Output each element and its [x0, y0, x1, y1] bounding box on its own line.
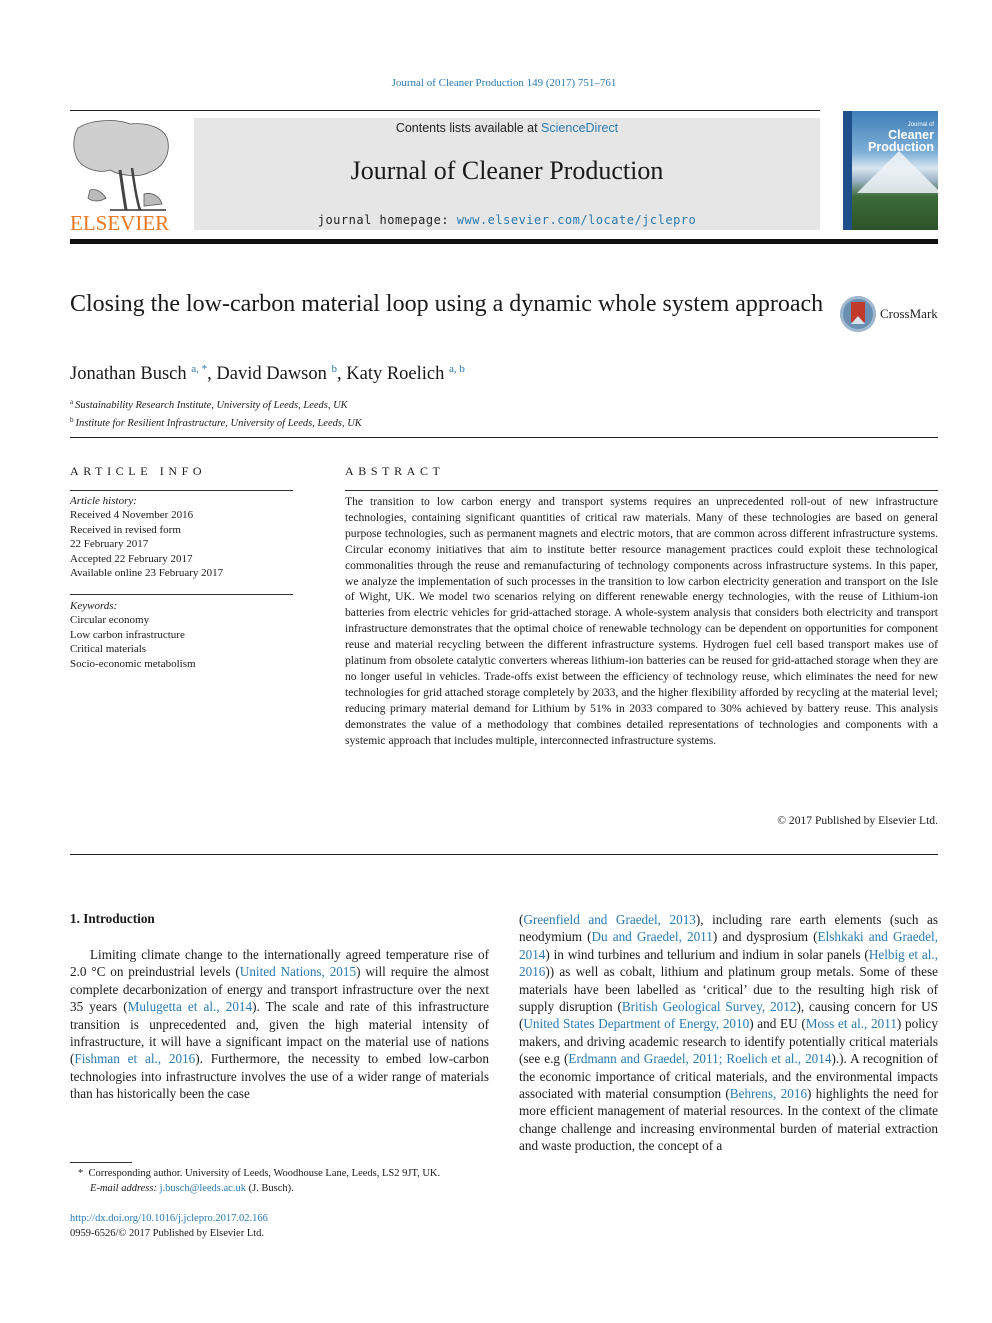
history-item: 22 February 2017 — [70, 538, 149, 551]
keyword-item: Critical materials — [70, 643, 147, 656]
journal-citation-link[interactable]: Journal of Cleaner Production 149 (2017)… — [392, 77, 617, 89]
article-info-heading: ARTICLE INFO — [70, 464, 207, 478]
citation-link[interactable]: Moss et al., 2011 — [806, 1016, 897, 1031]
header-rule — [70, 110, 820, 111]
history-item: Received 4 November 2016 — [70, 509, 194, 522]
contents-prefix: Contents lists available at — [395, 121, 542, 135]
abstract-rule — [345, 490, 938, 491]
affiliation-key: b — [70, 416, 74, 424]
footnote: * Corresponding author. University of Le… — [78, 1166, 440, 1196]
keyword-item: Circular economy — [70, 614, 150, 627]
author-name[interactable]: David Dawson — [216, 364, 326, 384]
corresponding-author-text: Corresponding author. University of Leed… — [88, 1168, 441, 1179]
citation-link[interactable]: Mulugetta et al., 2014 — [128, 999, 253, 1014]
cover-title: Journal of Cleaner Production — [868, 121, 934, 153]
homepage-line: journal homepage: www.elsevier.com/locat… — [194, 213, 820, 227]
citation-link[interactable]: United Nations, 2015 — [240, 964, 356, 979]
keyword-item: Socio-economic metabolism — [70, 657, 196, 670]
intro-right-column: (Greenfield and Graedel, 2013), includin… — [519, 911, 938, 1155]
masthead-thick-rule — [70, 239, 938, 244]
citation-link[interactable]: Du and Graedel, 2011 — [592, 929, 713, 944]
keywords: Keywords: Circular economy Low carbon in… — [70, 599, 196, 671]
citation-link[interactable]: United States Department of Energy, 2010 — [523, 1016, 749, 1031]
doi-link[interactable]: http://dx.doi.org/10.1016/j.jclepro.2017… — [70, 1213, 268, 1224]
journal-masthead: Contents lists available at ScienceDirec… — [194, 118, 820, 230]
body-text: ) and dysprosium ( — [712, 929, 818, 945]
article-info-rule — [70, 490, 293, 491]
abstract-text: The transition to low carbon energy and … — [345, 495, 938, 747]
email-label: E-mail address: — [90, 1183, 157, 1194]
crossmark-icon — [840, 296, 876, 332]
affiliations: a Sustainability Research Institute, Univ… — [70, 395, 362, 431]
author-name[interactable]: Katy Roelich — [346, 364, 444, 384]
author-affiliation-marker[interactable]: a, b — [449, 363, 465, 375]
body-divider — [70, 854, 938, 855]
intro-left-column: Limiting climate change to the internati… — [70, 946, 489, 1103]
author-affiliation-marker[interactable]: a, * — [191, 363, 207, 375]
email-suffix: (J. Busch). — [245, 1183, 294, 1194]
introduction-heading: 1. Introduction — [70, 911, 155, 926]
history-item: Available online 23 February 2017 — [70, 567, 224, 580]
footnote-rule — [70, 1162, 132, 1163]
keywords-rule — [70, 594, 293, 595]
sciencedirect-link[interactable]: ScienceDirect — [541, 121, 618, 135]
body-text: ) and EU ( — [749, 1016, 806, 1032]
citation-link[interactable]: Erdmann and Graedel, 2011; Roelich et al… — [568, 1051, 831, 1066]
contents-line: Contents lists available at ScienceDirec… — [194, 121, 820, 135]
article-history-label: Article history: — [70, 495, 137, 507]
homepage-prefix: journal homepage: — [317, 213, 457, 227]
affiliation-item: b Institute for Resilient Infrastructure,… — [70, 413, 362, 431]
keyword-item: Low carbon infrastructure — [70, 628, 185, 641]
elsevier-wordmark[interactable]: ELSEVIER — [70, 211, 169, 236]
abstract-copyright: © 2017 Published by Elsevier Ltd. — [777, 814, 938, 827]
running-head[interactable]: Journal of Cleaner Production 149 (2017)… — [0, 77, 992, 89]
article-title: Closing the low-carbon material loop usi… — [70, 291, 824, 317]
article-history: Article history: Received 4 November 201… — [70, 494, 223, 580]
affiliation-key: a — [70, 398, 74, 406]
affiliation-text: Sustainability Research Institute, Unive… — [75, 400, 348, 411]
section-divider — [70, 437, 938, 438]
abstract-heading: ABSTRACT — [345, 464, 445, 478]
cover-title-line2: Production — [868, 140, 934, 154]
citation-link[interactable]: British Geological Survey, 2012 — [622, 999, 797, 1014]
citation-link[interactable]: Behrens, 2016 — [730, 1086, 807, 1101]
cover-mountain-image — [857, 151, 938, 193]
corresponding-author-note: * Corresponding author. University of Le… — [78, 1166, 440, 1181]
issn-copyright: 0959-6526/© 2017 Published by Elsevier L… — [70, 1228, 265, 1239]
email-line: E-mail address: j.busch@leeds.ac.uk (J. … — [78, 1181, 440, 1196]
crossmark-button[interactable]: CrossMark — [840, 296, 938, 332]
author-name[interactable]: Jonathan Busch — [70, 364, 187, 384]
author-list: Jonathan Busch a, *, David Dawson b, Kat… — [70, 363, 465, 385]
crossmark-label: CrossMark — [880, 306, 938, 321]
cover-stripe — [843, 111, 852, 230]
footnote-marker: * — [78, 1168, 84, 1179]
body-text: ) in wind turbines and tellurium and ind… — [545, 946, 869, 962]
history-item: Received in revised form — [70, 523, 181, 536]
affiliation-text: Institute for Resilient Infrastructure, … — [75, 418, 362, 429]
author-separator: , — [337, 364, 347, 384]
history-item: Accepted 22 February 2017 — [70, 552, 193, 565]
email-link[interactable]: j.busch@leeds.ac.uk — [160, 1183, 246, 1194]
affiliation-item: a Sustainability Research Institute, Univ… — [70, 395, 362, 413]
citation-link[interactable]: Fishman et al., 2016 — [74, 1051, 195, 1066]
citation-link[interactable]: Greenfield and Graedel, 2013 — [523, 912, 696, 927]
doi-block: http://dx.doi.org/10.1016/j.jclepro.2017… — [70, 1211, 268, 1241]
keywords-label: Keywords: — [70, 600, 118, 612]
journal-title: Journal of Cleaner Production — [350, 156, 664, 185]
journal-homepage-link[interactable]: www.elsevier.com/locate/jclepro — [457, 213, 696, 227]
journal-cover[interactable]: Journal of Cleaner Production — [843, 111, 938, 230]
